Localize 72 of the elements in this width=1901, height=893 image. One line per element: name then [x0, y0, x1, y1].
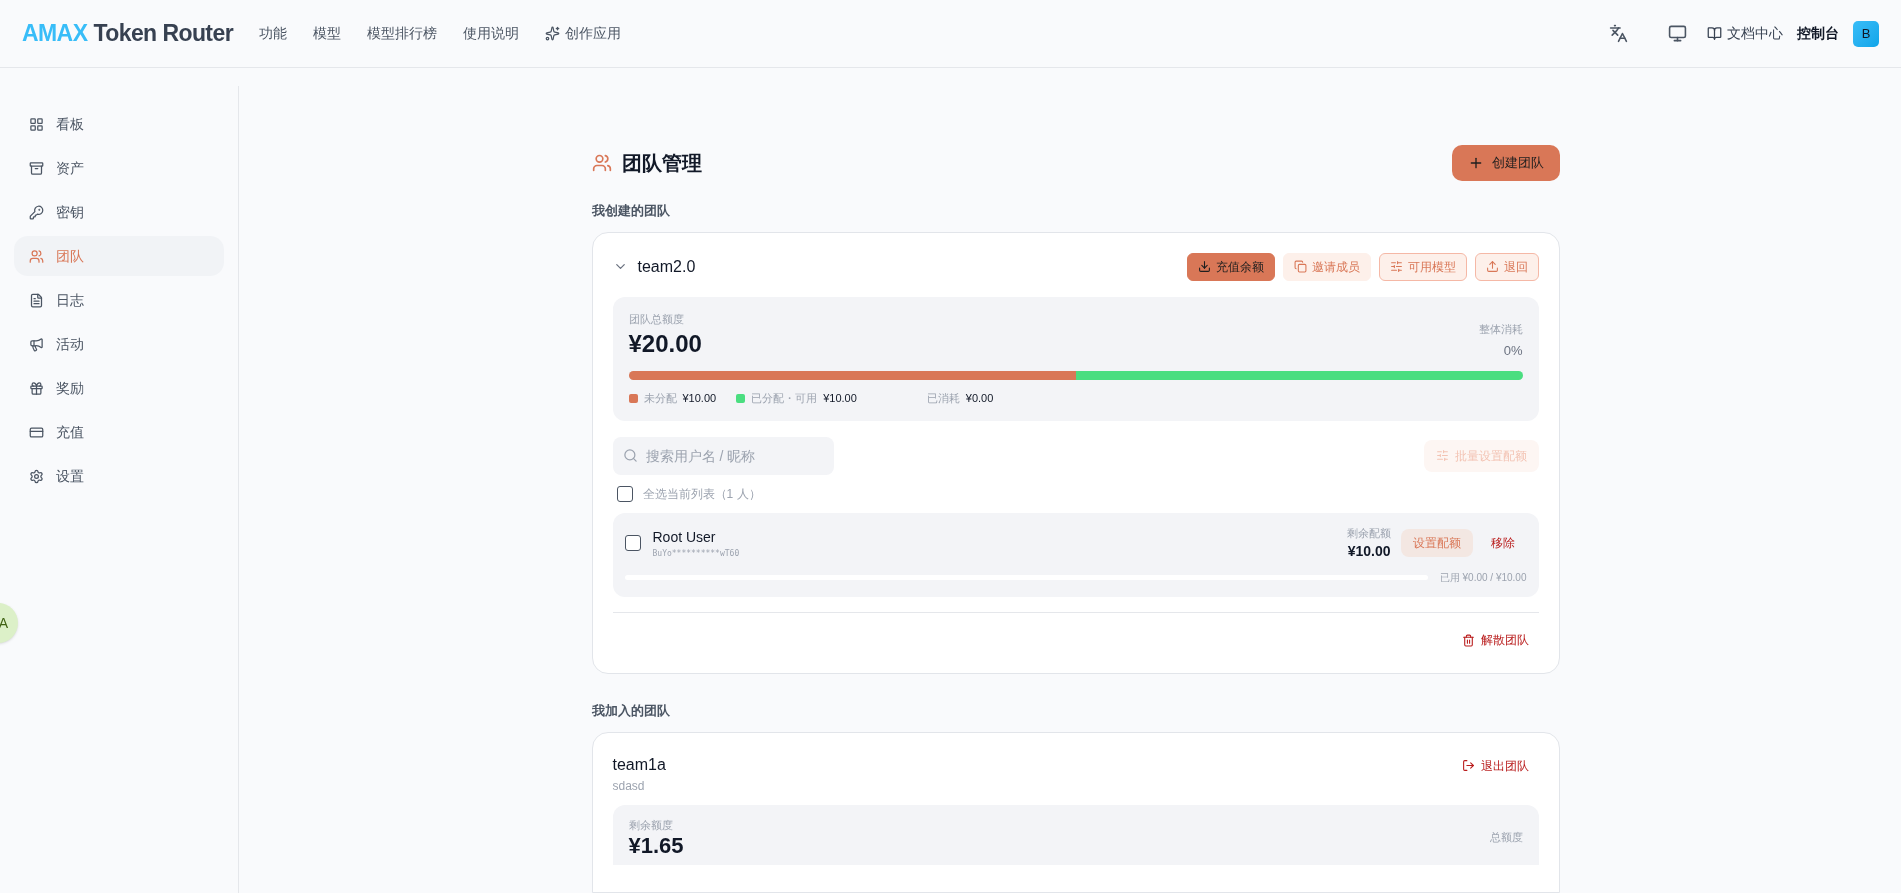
upload-icon: [1485, 260, 1499, 273]
select-all-label: 全选当前列表（1 人）: [642, 485, 761, 503]
stat-label: 团队总额度: [628, 311, 685, 327]
users-icon: [591, 153, 612, 173]
stat-value: 0%: [1503, 342, 1523, 360]
nav-link[interactable]: 模型排行榜: [367, 23, 438, 44]
users-icon: [29, 248, 44, 264]
nav-link[interactable]: 创作应用: [545, 23, 622, 44]
nav-link[interactable]: 功能: [259, 23, 288, 44]
translate-icon: [1609, 24, 1628, 43]
team-action-button[interactable]: 充值余额: [1186, 252, 1275, 281]
trash-icon: [1461, 633, 1475, 647]
member-name: Root User: [652, 527, 717, 547]
sparkle-icon: [545, 26, 561, 41]
team-description: sdasd: [612, 777, 646, 795]
download-icon: [1197, 260, 1211, 273]
logo-text[interactable]: AMAX Token Router: [22, 16, 234, 51]
legend-label: 已消耗: [926, 391, 960, 406]
team-name: team1a: [612, 754, 666, 775]
nav-link[interactable]: 模型: [313, 23, 342, 44]
section-heading: 我加入的团队: [591, 702, 671, 720]
key-icon: [29, 204, 44, 220]
legend-label: 未分配: [643, 391, 677, 406]
leave-team-button[interactable]: 退出团队: [1451, 752, 1539, 779]
sidebar-item[interactable]: 资产: [14, 148, 224, 188]
checkbox[interactable]: [624, 535, 641, 552]
stat-label: 整体消耗: [1478, 321, 1523, 337]
disband-team-button[interactable]: 解散团队: [1451, 627, 1539, 653]
sidebar-item[interactable]: 密钥: [14, 192, 224, 232]
sidebar-item[interactable]: 奖励: [14, 368, 224, 408]
sliders-icon: [1389, 260, 1403, 273]
exit-icon: [1461, 759, 1475, 772]
legend-value: ¥10.00: [823, 391, 857, 406]
stat-value: ¥1.65: [628, 833, 684, 859]
stat-label: 剩余额度: [628, 817, 674, 833]
sliders-icon: [1435, 449, 1449, 462]
console-link[interactable]: 控制台: [1797, 23, 1839, 44]
copy-icon: [1293, 260, 1307, 273]
section-heading: 我创建的团队: [591, 202, 671, 220]
search-icon: [622, 447, 638, 463]
page-title: 团队管理: [621, 151, 702, 176]
legend-value: ¥10.00: [682, 391, 717, 406]
sidebar-item[interactable]: 充值: [14, 412, 224, 452]
search-field[interactable]: 搜索用户名 / 昵称: [612, 436, 834, 475]
settings-icon: [29, 468, 44, 484]
stat-value: ¥10.00: [1347, 542, 1391, 561]
stat-label: 剩余配额: [1346, 525, 1391, 541]
grid-icon: [29, 116, 44, 132]
usage-text: 已用 ¥0.00 / ¥10.00: [1439, 571, 1527, 585]
monitor-icon: [1668, 24, 1687, 43]
legend-label: 已分配・可用: [751, 391, 818, 406]
sidebar-item[interactable]: 设置: [14, 456, 224, 496]
remove-button[interactable]: 移除: [1478, 529, 1527, 558]
card-icon: [29, 424, 44, 440]
nav-link[interactable]: 使用说明: [463, 23, 520, 44]
book-icon: [1707, 26, 1722, 41]
stat-label: 总额度: [1489, 829, 1523, 845]
stat-value: ¥20.00: [628, 329, 702, 359]
docs-link[interactable]: 文档中心: [1707, 23, 1783, 44]
checkbox[interactable]: [616, 485, 633, 502]
create-team-button[interactable]: 创建团队: [1451, 145, 1560, 181]
sidebar-item[interactable]: 看板: [14, 104, 224, 144]
document-icon: [29, 292, 44, 308]
user-avatar[interactable]: B: [1853, 20, 1879, 47]
gift-icon: [29, 380, 44, 396]
member-key: BuYo**********wT60: [652, 547, 740, 560]
sidebar-item[interactable]: 日志: [14, 280, 224, 320]
legend-value: ¥0.00: [965, 391, 994, 406]
megaphone-icon: [29, 336, 44, 352]
team-name: team2.0: [637, 256, 696, 277]
sidebar-item[interactable]: 活动: [14, 324, 224, 364]
archive-icon: [29, 160, 44, 176]
